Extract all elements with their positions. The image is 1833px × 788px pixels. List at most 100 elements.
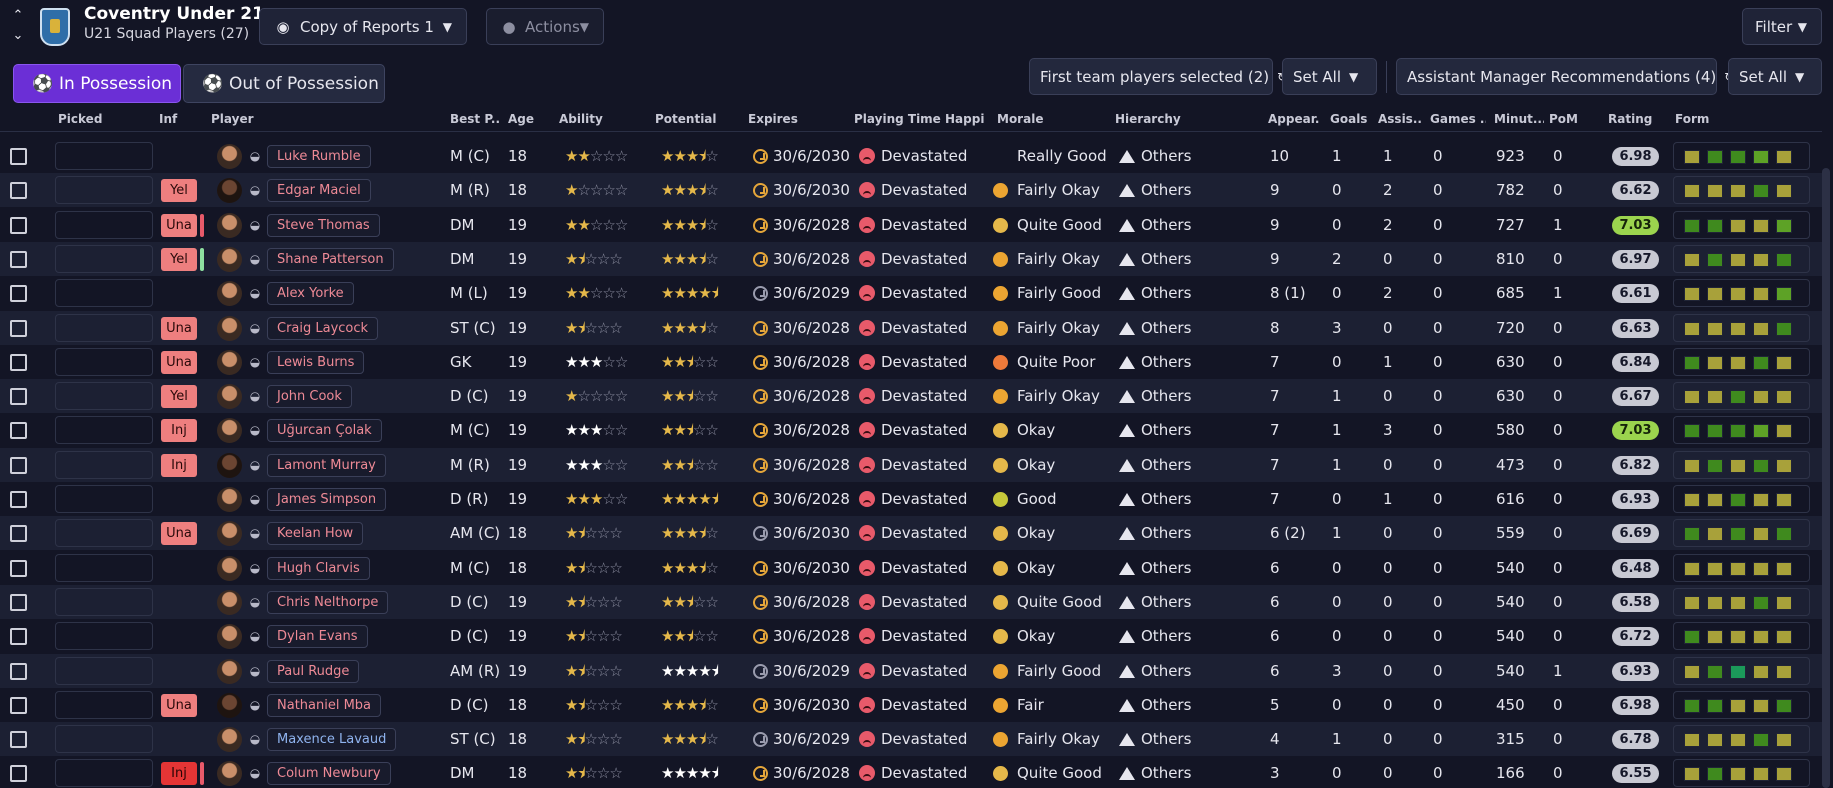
chevron-down-icon[interactable]: ⌄ (10, 26, 26, 46)
table-row[interactable]: ◒ Hugh Clarvis M (C) 18 ★⯨☆☆☆ ★★★⯨☆ 30/6/2030 D… (0, 551, 1822, 585)
picked-slot[interactable] (55, 416, 153, 444)
select-checkbox[interactable] (10, 354, 27, 371)
prev-next-arrows[interactable]: ⌃ ⌄ (10, 6, 26, 46)
table-row[interactable]: Yel ◒ Edgar Maciel M (R) 18 ★☆☆☆☆ ★★★⯨☆ 30/6/20… (0, 173, 1822, 207)
table-row[interactable]: Una ◒ Steve Thomas DM 19 ★★☆☆☆ ★★★⯨☆ 30/6/2028 D… (0, 208, 1822, 242)
table-row[interactable]: ◒ Paul Rudge AM (R) 19 ★⯨☆☆☆ ★★★★⯨ 30/6/2029 De… (0, 654, 1822, 688)
player-name-link[interactable]: Hugh Clarvis (267, 557, 370, 580)
player-name-link[interactable]: Colum Newbury (267, 762, 391, 785)
table-row[interactable]: Inj ◒ Colum Newbury DM 18 ★⯨☆☆☆ ★★★★⯨ 30/6/2028… (0, 756, 1822, 788)
column-header-minut[interactable]: Minut... (1494, 112, 1544, 126)
picked-slot[interactable] (55, 691, 153, 719)
player-name-link[interactable]: Maxence Lavaud (267, 728, 397, 751)
picked-slot[interactable] (55, 176, 153, 204)
column-header-pom[interactable]: PoM (1549, 112, 1589, 126)
select-checkbox[interactable] (10, 217, 27, 234)
column-header-player[interactable]: Player (211, 112, 411, 126)
select-checkbox[interactable] (10, 525, 27, 542)
table-row[interactable]: ◒ Luke Rumble M (C) 18 ★★☆☆☆ ★★★⯨☆ 30/6/2030 De… (0, 139, 1822, 173)
column-header-morale[interactable]: Morale (997, 112, 1107, 126)
select-checkbox[interactable] (10, 560, 27, 577)
picked-slot[interactable] (55, 622, 153, 650)
picked-slot[interactable] (55, 725, 153, 753)
player-name-link[interactable]: Lewis Burns (267, 351, 365, 374)
picked-slot[interactable] (55, 211, 153, 239)
player-name-link[interactable]: Dylan Evans (267, 625, 368, 648)
select-checkbox[interactable] (10, 457, 27, 474)
table-row[interactable]: Yel ◒ John Cook D (C) 19 ★☆☆☆☆ ★★⯨☆☆ 30/6/2028 D… (0, 379, 1822, 413)
picked-slot[interactable] (55, 451, 153, 479)
player-name-link[interactable]: Paul Rudge (267, 660, 360, 683)
chevron-up-icon[interactable]: ⌃ (10, 6, 26, 26)
player-name-link[interactable]: Nathaniel Mba (267, 694, 382, 717)
column-header-ability[interactable]: Ability (559, 112, 639, 126)
set-all-button[interactable]: Set All ▼ (1282, 58, 1377, 95)
table-row[interactable]: Una ◒ Nathaniel Mba D (C) 18 ★⯨☆☆☆ ★★★⯨☆ 30/6/2… (0, 688, 1822, 722)
table-row[interactable]: Una ◒ Keelan How AM (C) 18 ★⯨☆☆☆ ★★★⯨☆ 30/6/203… (0, 516, 1822, 550)
picked-slot[interactable] (55, 588, 153, 616)
picked-slot[interactable] (55, 519, 153, 547)
column-header-assis[interactable]: Assis... (1378, 112, 1422, 126)
table-row[interactable]: ◒ Maxence Lavaud ST (C) 18 ★⯨☆☆☆ ★★★⯨☆ 30/6/20… (0, 722, 1822, 756)
view-selector-button[interactable]: ◉ Copy of Reports 1 ▼ (259, 8, 467, 45)
set-all-button-2[interactable]: Set All ▼ (1728, 58, 1822, 95)
player-name-link[interactable]: John Cook (267, 385, 352, 408)
actions-button[interactable]: ● Actions ▼ (486, 8, 604, 45)
column-header-appear[interactable]: Appear... (1268, 112, 1320, 126)
player-name-link[interactable]: Alex Yorke (267, 282, 354, 305)
column-header-potential[interactable]: Potential (655, 112, 735, 126)
table-row[interactable]: Yel ◒ Shane Patterson DM 19 ★⯨☆☆☆ ★★★⯨☆ 30/6/20… (0, 242, 1822, 276)
select-checkbox[interactable] (10, 148, 27, 165)
table-row[interactable]: Inj ◒ Lamont Murray M (R) 19 ★★★☆☆ ★★⯨☆☆ 30/6/2… (0, 448, 1822, 482)
select-checkbox[interactable] (10, 285, 27, 302)
column-header-hierarchy[interactable]: Hierarchy (1115, 112, 1255, 126)
select-checkbox[interactable] (10, 765, 27, 782)
select-checkbox[interactable] (10, 320, 27, 337)
player-name-link[interactable]: Chris Nelthorpe (267, 591, 389, 614)
table-row[interactable]: Una ◒ Lewis Burns GK 19 ★★★☆☆ ★★⯨☆☆ 30/6/2028 De… (0, 345, 1822, 379)
column-header-playing-time-happine[interactable]: Playing Time Happine... (854, 112, 984, 126)
picked-slot[interactable] (55, 759, 153, 787)
player-name-link[interactable]: Craig Laycock (267, 317, 379, 340)
select-checkbox[interactable] (10, 731, 27, 748)
tab-in-possession[interactable]: ⚽ In Possession (13, 64, 181, 103)
picked-slot[interactable] (55, 348, 153, 376)
picked-slot[interactable] (55, 485, 153, 513)
picked-slot[interactable] (55, 554, 153, 582)
column-header-games[interactable]: Games ... (1430, 112, 1486, 126)
column-header-age[interactable]: Age (508, 112, 548, 126)
select-checkbox[interactable] (10, 594, 27, 611)
select-checkbox[interactable] (10, 628, 27, 645)
picked-slot[interactable] (55, 314, 153, 342)
column-header-goals[interactable]: Goals (1330, 112, 1374, 126)
tab-out-of-possession[interactable]: ⚽ Out of Possession (183, 64, 385, 103)
column-header-form[interactable]: Form (1675, 112, 1735, 126)
player-name-link[interactable]: Luke Rumble (267, 145, 371, 168)
select-checkbox[interactable] (10, 182, 27, 199)
filter-button[interactable]: Filter ▼ (1742, 8, 1822, 45)
picked-slot[interactable] (55, 657, 153, 685)
column-header-inf[interactable]: Inf (159, 112, 199, 126)
column-header-picked[interactable]: Picked (58, 112, 128, 126)
picked-slot[interactable] (55, 382, 153, 410)
player-name-link[interactable]: James Simpson (267, 488, 387, 511)
player-name-link[interactable]: Steve Thomas (267, 214, 380, 237)
player-name-link[interactable]: Edgar Maciel (267, 179, 371, 202)
column-header-rating[interactable]: Rating (1608, 112, 1668, 126)
picked-slot[interactable] (55, 142, 153, 170)
table-row[interactable]: ◒ Chris Nelthorpe D (C) 19 ★⯨☆☆☆ ★★⯨☆☆ 30/6/20… (0, 585, 1822, 619)
select-checkbox[interactable] (10, 697, 27, 714)
table-row[interactable]: Una ◒ Craig Laycock ST (C) 19 ★⯨☆☆☆ ★★★⯨☆ 30/6/… (0, 311, 1822, 345)
table-scrollbar[interactable] (1822, 168, 1830, 788)
picked-slot[interactable] (55, 279, 153, 307)
column-header-expires[interactable]: Expires (748, 112, 838, 126)
select-checkbox[interactable] (10, 388, 27, 405)
select-checkbox[interactable] (10, 422, 27, 439)
select-checkbox[interactable] (10, 663, 27, 680)
player-name-link[interactable]: Uğurcan Çolak (267, 419, 382, 442)
select-checkbox[interactable] (10, 251, 27, 268)
table-row[interactable]: ◒ Alex Yorke M (L) 19 ★★☆☆☆ ★★★★⯨ 30/6/2029 Dev… (0, 276, 1822, 310)
table-row[interactable]: Inj ◒ Uğurcan Çolak M (C) 19 ★★★☆☆ ★★⯨☆☆ 30/6/2… (0, 413, 1822, 447)
first-team-selected-button[interactable]: First team players selected (2) ↻ (1029, 58, 1287, 95)
table-row[interactable]: ◒ James Simpson D (R) 19 ★★★☆☆ ★★★★⯨ 30/6/2028… (0, 482, 1822, 516)
